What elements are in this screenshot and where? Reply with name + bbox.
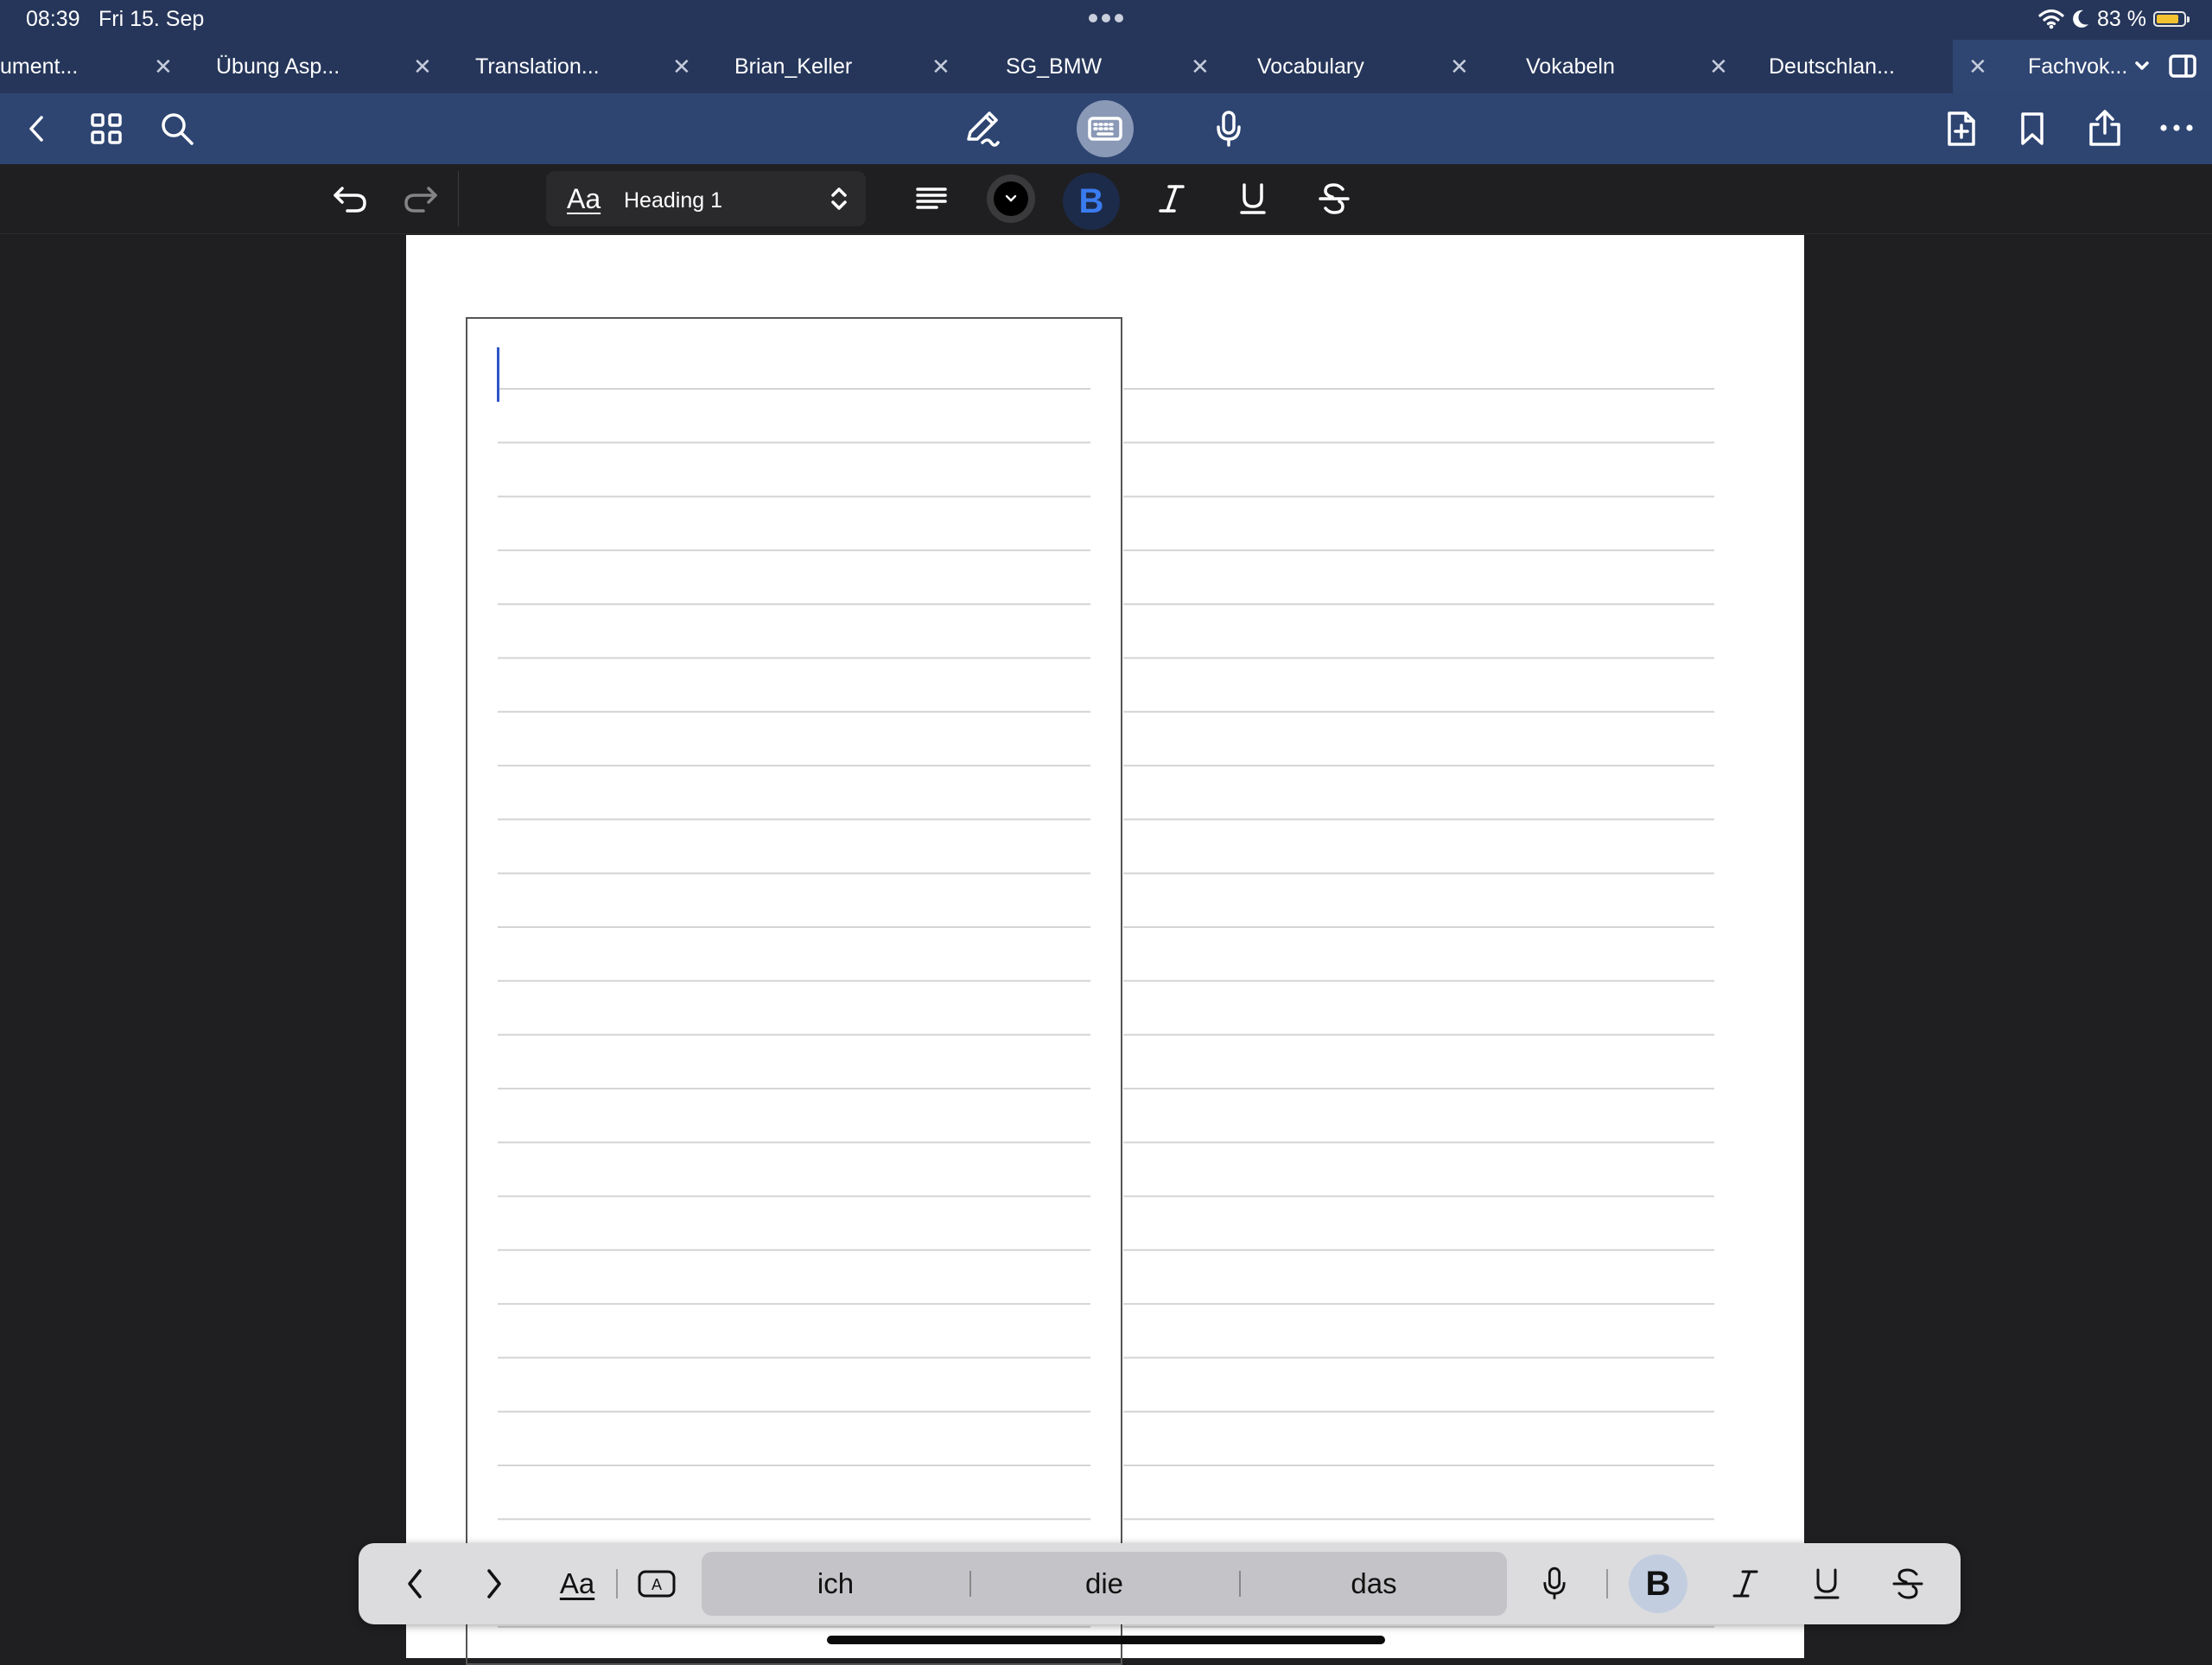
previous-chevron-icon[interactable] [393, 1562, 436, 1605]
close-icon[interactable]: ✕ [413, 54, 432, 80]
keyboard-icon[interactable] [1077, 100, 1134, 157]
document-tab[interactable]: ✕ Brian_Keller [657, 40, 916, 93]
tab-title: SG_BMW [1006, 54, 1103, 79]
tab-title: Deutschlan... [1769, 54, 1895, 79]
document-tab-active[interactable]: ✕ Fachvok... [1953, 40, 2212, 93]
dictation-microphone-icon[interactable] [1535, 1562, 1573, 1605]
paragraph-style-name: Heading 1 [624, 188, 722, 213]
chevron-down-icon[interactable] [2134, 57, 2150, 74]
tab-title: Fachvok... [2028, 54, 2128, 79]
multitasking-dots-icon[interactable] [1088, 13, 1124, 23]
bold-icon: B [1078, 181, 1104, 220]
redo-icon[interactable] [401, 180, 441, 218]
keyboard-shortcut-bar: Aa A ich die das B [359, 1543, 1961, 1624]
close-icon[interactable]: ✕ [1709, 54, 1728, 80]
style-aa-icon: Aa [567, 183, 601, 214]
pen-icon[interactable] [963, 109, 1002, 149]
status-date: Fri 15. Sep [99, 7, 205, 31]
bold-button[interactable]: B [1629, 1554, 1688, 1613]
document-toolbar [0, 93, 2212, 164]
underline-button[interactable] [1805, 1562, 1848, 1605]
document-tab[interactable]: ✕ Vokabeln [1434, 40, 1694, 93]
italic-button[interactable] [1724, 1562, 1767, 1605]
bookmark-icon[interactable] [2017, 109, 2048, 149]
document-tab[interactable]: ✕ Deutschlan... [1694, 40, 1953, 93]
search-icon[interactable] [159, 111, 195, 147]
moon-icon [2071, 9, 2090, 29]
bold-button[interactable]: B [1063, 173, 1120, 230]
document-tab[interactable]: ✕ Translation... [397, 40, 657, 93]
document-tab[interactable]: ✕ Vocabulary [1175, 40, 1434, 93]
back-chevron-icon[interactable] [19, 111, 54, 147]
tab-title: Vocabulary [1257, 54, 1364, 79]
color-swatch [994, 181, 1028, 216]
undo-icon[interactable] [330, 180, 370, 218]
text-color-picker[interactable] [987, 175, 1035, 223]
suggestion[interactable]: das [1240, 1552, 1508, 1616]
more-icon[interactable] [2158, 118, 2195, 138]
predictive-suggestions: ich die das [702, 1552, 1507, 1616]
align-left-icon[interactable] [912, 180, 950, 218]
tab-title: ument... [0, 54, 79, 79]
text-box-icon[interactable]: A [635, 1564, 678, 1604]
tab-title: Translation... [475, 54, 600, 79]
text-box[interactable] [466, 317, 1122, 1665]
close-icon[interactable]: ✕ [672, 54, 691, 80]
tab-bar: ument... ✕ Übung Asp... ✕ Translation...… [0, 40, 2212, 93]
divider [1606, 1569, 1608, 1598]
underline-button[interactable] [1234, 180, 1272, 218]
battery-percent: 83 % [2097, 6, 2146, 31]
document-tab[interactable]: ument... [0, 40, 138, 93]
wifi-icon [2038, 9, 2064, 29]
home-indicator[interactable] [827, 1636, 1385, 1644]
battery-level [2157, 15, 2178, 23]
document-page[interactable] [406, 235, 1804, 1665]
svg-text:A: A [652, 1576, 662, 1593]
close-icon[interactable]: ✕ [931, 54, 950, 80]
text-format-button[interactable]: Aa [550, 1562, 604, 1605]
status-time: 08:39 [26, 7, 80, 31]
close-icon[interactable]: ✕ [154, 54, 173, 80]
share-icon[interactable] [2086, 107, 2124, 149]
strikethrough-button[interactable] [1315, 180, 1353, 218]
italic-button[interactable] [1153, 180, 1191, 218]
status-indicators: 83 % [2038, 5, 2190, 33]
close-icon[interactable]: ✕ [1191, 54, 1210, 80]
chevron-updown-icon [830, 185, 849, 213]
tab-title: Brian_Keller [734, 54, 853, 79]
paragraph-style-picker[interactable]: Aa Heading 1 [546, 171, 866, 226]
battery-icon [2153, 11, 2190, 27]
suggestion[interactable]: ich [702, 1552, 969, 1616]
close-icon[interactable]: ✕ [1968, 54, 1987, 80]
bold-icon: B [1645, 1564, 1671, 1603]
status-bar: 08:39 Fri 15. Sep 83 % [0, 0, 2212, 40]
strikethrough-button[interactable] [1886, 1562, 1929, 1605]
next-chevron-icon[interactable] [473, 1562, 516, 1605]
add-page-icon[interactable] [1944, 109, 1979, 149]
split-view-icon[interactable] [2169, 54, 2198, 79]
microphone-icon[interactable] [1211, 109, 1246, 149]
grid-icon[interactable] [88, 111, 124, 147]
tab-title: Vokabeln [1526, 54, 1615, 79]
format-toolbar: Aa Heading 1 B [0, 164, 2212, 234]
tab-title: Übung Asp... [216, 54, 340, 79]
document-tab[interactable]: ✕ Übung Asp... [138, 40, 397, 93]
divider [616, 1569, 618, 1598]
document-tab[interactable]: ✕ SG_BMW [916, 40, 1175, 93]
text-cursor [497, 347, 499, 402]
suggestion[interactable]: die [970, 1552, 1238, 1616]
divider [458, 171, 459, 226]
close-icon[interactable]: ✕ [1450, 54, 1469, 80]
